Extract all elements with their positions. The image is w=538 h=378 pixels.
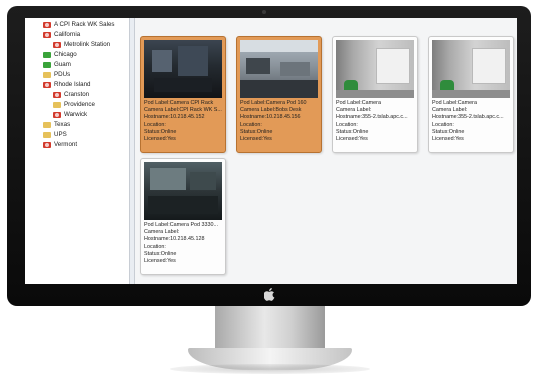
camera-info-line: Camera Label:CPI Rack WK S... xyxy=(144,107,222,114)
folder-icon xyxy=(43,122,51,128)
camera-info-line: Status:Online xyxy=(144,250,177,257)
camera-info-line: Location: xyxy=(432,121,454,128)
tree-item[interactable]: California xyxy=(25,30,129,40)
camera-info-line: Hostname:10.218.45.156 xyxy=(240,114,301,121)
camera-info-line: Location: xyxy=(240,121,262,128)
camera-tile[interactable]: Pod Label:Camera Camera Label: Hostname:35… xyxy=(332,36,418,153)
tree-item[interactable]: Metrolink Station xyxy=(25,40,129,50)
tree-item-label: Chicago xyxy=(54,51,77,58)
camera-info-line: Licensed:Yes xyxy=(240,136,272,143)
camera-info-line: Licensed:Yes xyxy=(432,136,464,143)
camera-thumbnail[interactable] xyxy=(336,40,414,98)
tree-item[interactable]: A CPI Rack WK Sales xyxy=(25,20,129,30)
device-tree: A CPI Rack WK Sales California Metrolink S… xyxy=(25,18,129,284)
camera-tile[interactable]: Pod Label:Camera Pod 3330... Camera Label… xyxy=(140,158,226,275)
camera-info-line: Pod Label:Camera Pod 3330... xyxy=(144,222,219,228)
camera-grid: Pod Label:Camera CPI Rack Camera Label:CP… xyxy=(135,18,517,284)
tree-item[interactable]: Chicago xyxy=(25,50,129,60)
camera-info-line: Camera Label: xyxy=(432,107,468,114)
folder-icon xyxy=(43,72,51,78)
tree-item[interactable]: Rhode Island xyxy=(25,80,129,90)
camera-info-line: Location: xyxy=(144,243,166,250)
tree-item[interactable]: Guam xyxy=(25,60,129,70)
alarm-status-icon xyxy=(43,142,51,148)
camera-info: Pod Label:Camera CPI Rack Camera Label:CP… xyxy=(144,100,224,143)
camera-thumbnail[interactable] xyxy=(144,40,222,98)
alarm-status-icon xyxy=(43,22,51,28)
camera-info-line: Hostname:355-2.tslab.apc.c... xyxy=(432,114,504,121)
camera-info-line: Status:Online xyxy=(144,128,177,135)
camera-info-line: Licensed:Yes xyxy=(144,258,176,265)
camera-tile[interactable]: Pod Label:Camera CPI Rack Camera Label:CP… xyxy=(140,36,226,153)
alarm-status-icon xyxy=(53,92,61,98)
tree-item-label: Providence xyxy=(64,101,95,108)
tree-item[interactable]: UPS xyxy=(25,130,129,140)
tree-item-label: Vermont xyxy=(54,141,78,148)
tree-item-label: Metrolink Station xyxy=(64,41,111,48)
tree-item[interactable]: Cranston xyxy=(25,90,129,100)
tree-item-label: Texas xyxy=(54,121,71,128)
camera-info-line: Licensed:Yes xyxy=(144,136,176,143)
alarm-status-icon xyxy=(53,112,61,118)
ok-status-icon xyxy=(43,52,51,58)
tree-item-label: Warwick xyxy=(64,111,88,118)
tree-item-label: A CPI Rack WK Sales xyxy=(54,21,115,28)
alarm-status-icon xyxy=(53,42,61,48)
camera-info-line: Hostname:10.218.45.152 xyxy=(144,114,205,121)
monitor-screen: A CPI Rack WK Sales California Metrolink S… xyxy=(25,18,517,284)
camera-info-line: Camera Label:Bobs Desk xyxy=(240,107,302,114)
camera-info: Pod Label:Camera Camera Label: Hostname:35… xyxy=(432,100,512,143)
camera-info-line: Status:Online xyxy=(240,128,273,135)
tree-item[interactable]: Texas xyxy=(25,120,129,130)
camera-thumbnail[interactable] xyxy=(240,40,318,98)
tree-item[interactable]: Warwick xyxy=(25,110,129,120)
camera-info-line: Location: xyxy=(336,121,358,128)
camera-info-line: Location: xyxy=(144,121,166,128)
monitor-stand-neck xyxy=(215,306,325,350)
camera-info-line: Status:Online xyxy=(432,128,465,135)
tree-item[interactable]: Providence xyxy=(25,100,129,110)
camera-info-line: Hostname:355-2.tslab.apc.c... xyxy=(336,114,408,121)
camera-info-line: Camera Label: xyxy=(144,229,180,236)
camera-info-line: Licensed:Yes xyxy=(336,136,368,143)
alarm-status-icon xyxy=(43,82,51,88)
stand-shadow xyxy=(170,364,370,374)
camera-info-line: Pod Label:Camera CPI Rack xyxy=(144,100,214,106)
tree-item-label: UPS xyxy=(54,131,67,138)
tree-item-label: California xyxy=(54,31,81,38)
folder-icon xyxy=(53,102,61,108)
tree-item-label: Rhode Island xyxy=(54,81,91,88)
camera-tile[interactable]: Pod Label:Camera Camera Label: Hostname:35… xyxy=(428,36,514,153)
camera-thumbnail[interactable] xyxy=(144,162,222,220)
camera-info-line: Status:Online xyxy=(336,128,369,135)
camera-info-line: Pod Label:Camera xyxy=(432,100,477,106)
ok-status-icon xyxy=(43,62,51,68)
camera-tile[interactable]: Pod Label:Camera Pod 160 Camera Label:Bob… xyxy=(236,36,322,153)
camera-info-line: Pod Label:Camera xyxy=(336,100,381,106)
camera-info-line: Pod Label:Camera Pod 160 xyxy=(240,100,307,106)
tree-item[interactable]: Vermont xyxy=(25,140,129,150)
camera-thumbnail[interactable] xyxy=(432,40,510,98)
camera-info: Pod Label:Camera Pod 3330... Camera Label… xyxy=(144,222,224,265)
webcam-icon xyxy=(262,10,266,14)
camera-info: Pod Label:Camera Pod 160 Camera Label:Bob… xyxy=(240,100,320,143)
tree-item-label: Guam xyxy=(54,61,71,68)
apple-logo-icon xyxy=(262,288,275,301)
camera-info-line: Camera Label: xyxy=(336,107,372,114)
alarm-status-icon xyxy=(43,32,51,38)
tree-item-label: Cranston xyxy=(64,91,90,98)
folder-icon xyxy=(43,132,51,138)
tree-item[interactable]: PDUs xyxy=(25,70,129,80)
camera-info-line: Hostname:10.218.45.128 xyxy=(144,236,205,243)
tree-item-label: PDUs xyxy=(54,71,71,78)
camera-info: Pod Label:Camera Camera Label: Hostname:35… xyxy=(336,100,416,143)
